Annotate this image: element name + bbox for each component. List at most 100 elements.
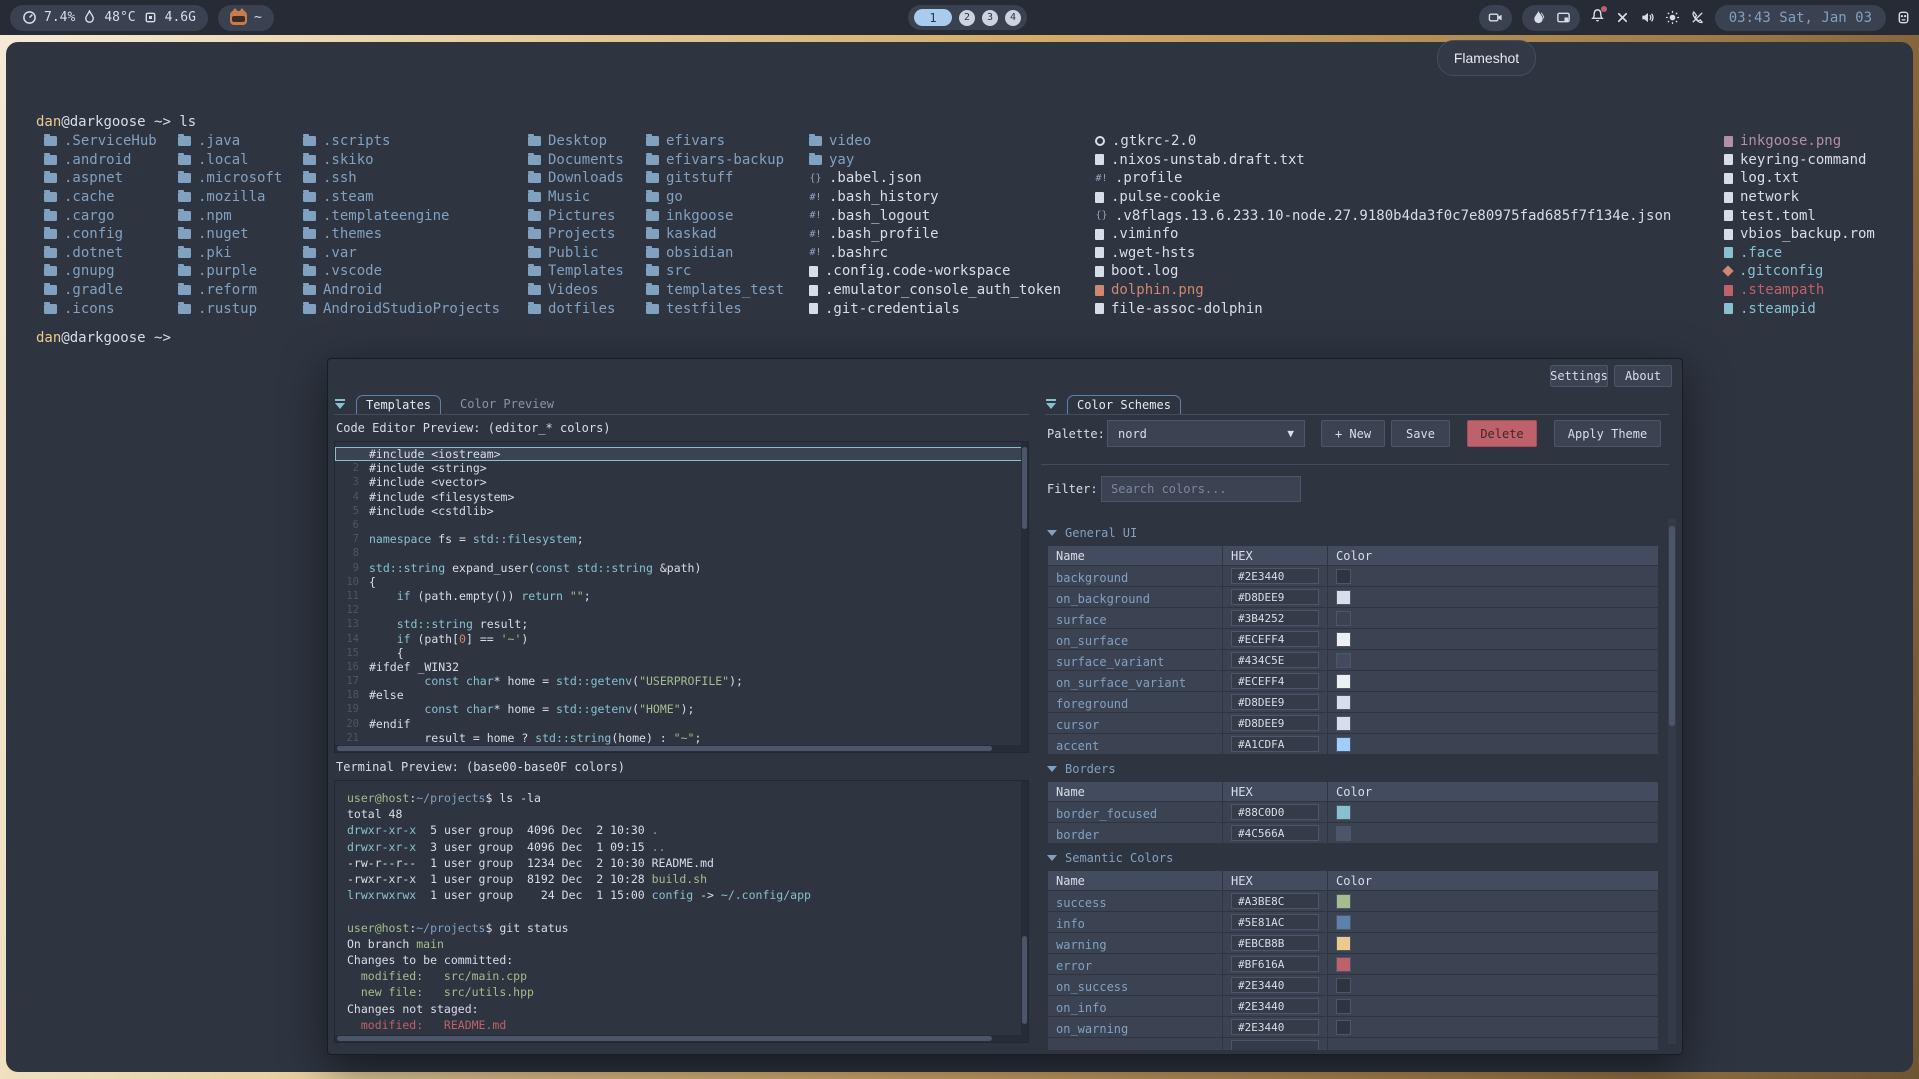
hex-value-field[interactable]: #D8DEE9 [1231,589,1319,605]
color-row: accent#A1CDFA [1048,734,1659,755]
hex-value-field[interactable]: #A3BE8C [1231,893,1319,909]
color-swatch[interactable] [1336,1020,1351,1035]
terminal-vscrollbar[interactable] [1021,781,1028,1042]
app-indicator-pill[interactable]: ~ [218,5,274,31]
color-filter-input[interactable] [1101,476,1301,502]
pane-collapse-icon-right[interactable] [1045,399,1057,409]
code-token: ( [632,702,639,716]
folder-icon [809,136,822,146]
tab-templates[interactable]: Templates [356,395,441,414]
color-swatch[interactable] [1336,569,1351,584]
color-swatch[interactable] [1336,805,1351,820]
hex-value-field[interactable]: #ECEFF4 [1231,673,1319,689]
hex-value-field[interactable]: #D8DEE9 [1231,715,1319,731]
code-token: std::getenv [556,674,632,688]
color-row: warning#EBCB8B [1048,933,1659,954]
section-header[interactable]: General UI [1047,524,1661,541]
ls-item: Projects [528,225,624,244]
pane-collapse-icon[interactable] [334,399,346,409]
hex-value-field[interactable]: #2E3440 [1231,977,1319,993]
hex-value-field[interactable]: #D8DEE9 [1231,694,1319,710]
hex-value-field[interactable]: #BF616A [1231,956,1319,972]
palette-dropdown[interactable]: nord ▼ [1107,420,1305,447]
ls-item-name: Projects [548,226,615,242]
color-table: NameHEXColorsuccess#A3BE8Cinfo#5E81ACwar… [1047,870,1659,1050]
hex-value-field[interactable]: #2E3440 [1231,1019,1319,1035]
bluetooth-off-icon[interactable] [1615,10,1630,25]
hex-value-field[interactable]: #88C0D0 [1231,804,1319,820]
workspace-1-active[interactable]: 1 [914,9,952,26]
ls-item-name: .gtkrc-2.0 [1112,133,1196,149]
new-palette-button[interactable]: + New [1321,420,1385,447]
hex-value-field[interactable]: #434C5E [1231,652,1319,668]
color-swatch[interactable] [1336,611,1351,626]
clock[interactable]: 03:43 Sat, Jan 03 [1715,5,1886,31]
table-cell: #A1CDFA [1223,734,1328,755]
color-swatch[interactable] [1336,957,1351,972]
section-header[interactable]: Borders [1047,760,1661,777]
folder-icon [178,304,191,314]
file-icon [1724,303,1733,314]
tray-owl-icon[interactable] [1896,10,1911,25]
screenshot-tool-icon[interactable] [1556,10,1571,25]
color-swatch[interactable] [1336,674,1351,689]
hex-value-field[interactable]: #2E3440 [1231,568,1319,584]
color-swatch[interactable] [1336,894,1351,909]
section-collapse-icon [1047,530,1057,536]
hex-value-field[interactable]: #ECEFF4 [1231,631,1319,647]
tab-color-schemes[interactable]: Color Schemes [1067,395,1181,414]
ls-item: .aspnet [44,169,157,188]
code-token: #include <filesystem> [369,490,514,504]
terminal-token: git status [492,921,568,935]
ls-item-name: inkgoose.png [1740,133,1841,149]
hex-value-field[interactable]: #5E81AC [1231,914,1319,930]
ls-item: .gradle [44,281,157,300]
ls-item: gitstuff [646,169,784,188]
color-swatch[interactable] [1336,978,1351,993]
sections-scrollbar-thumb[interactable] [1669,526,1675,726]
color-swatch[interactable] [1336,653,1351,668]
save-palette-button[interactable]: Save [1391,420,1450,447]
hex-value-field[interactable] [1231,1040,1319,1050]
hex-value-field[interactable]: #3B4252 [1231,610,1319,626]
section-header[interactable]: Semantic Colors [1047,849,1661,866]
terminal-token: : [409,791,416,805]
editor-hscrollbar[interactable] [335,745,1023,752]
tab-color-preview[interactable]: Color Preview [451,395,563,413]
flameshot-flame-icon[interactable] [1531,10,1546,25]
hex-value-field[interactable]: #2E3440 [1231,998,1319,1014]
system-stats-pill[interactable]: 7.4% 48°C 4.6G [10,5,208,31]
brightness-icon[interactable] [1665,10,1680,25]
color-swatch[interactable] [1336,826,1351,841]
color-swatch[interactable] [1336,936,1351,951]
ls-item-name: Videos [548,282,599,298]
ls-item-name: .gradle [64,282,123,298]
apply-theme-button[interactable]: Apply Theme [1554,420,1661,447]
volume-icon[interactable] [1640,10,1655,25]
color-swatch[interactable] [1336,590,1351,605]
notifications-button[interactable] [1590,8,1605,27]
code-token: std::string [369,561,445,575]
color-swatch[interactable] [1336,999,1351,1014]
workspace-2[interactable]: 2 [959,10,975,26]
delete-palette-button[interactable]: Delete [1467,420,1537,447]
color-swatch[interactable] [1336,915,1351,930]
hex-value-field[interactable]: #4C566A [1231,825,1319,841]
screen-recorder-pill[interactable] [1479,5,1512,31]
hex-value-field[interactable]: #EBCB8B [1231,935,1319,951]
hex-value-field[interactable]: #A1CDFA [1231,736,1319,752]
color-swatch[interactable] [1336,632,1351,647]
color-swatch[interactable] [1336,695,1351,710]
ls-item-name: .config [64,226,123,242]
terminal-hscrollbar[interactable] [335,1035,1023,1042]
color-swatch[interactable] [1336,737,1351,752]
terminal-preview-line: lrwxrwxrwx 1 user group 24 Dec 1 15:00 c… [347,887,1028,903]
folder-icon [528,192,541,202]
color-swatch[interactable] [1336,716,1351,731]
ls-item-name: Downloads [548,170,624,186]
folder-icon [528,155,541,165]
editor-vscrollbar[interactable] [1021,442,1028,752]
do-not-disturb-phone-icon[interactable] [1690,10,1705,25]
workspace-3[interactable]: 3 [982,10,998,26]
workspace-4[interactable]: 4 [1005,10,1021,26]
